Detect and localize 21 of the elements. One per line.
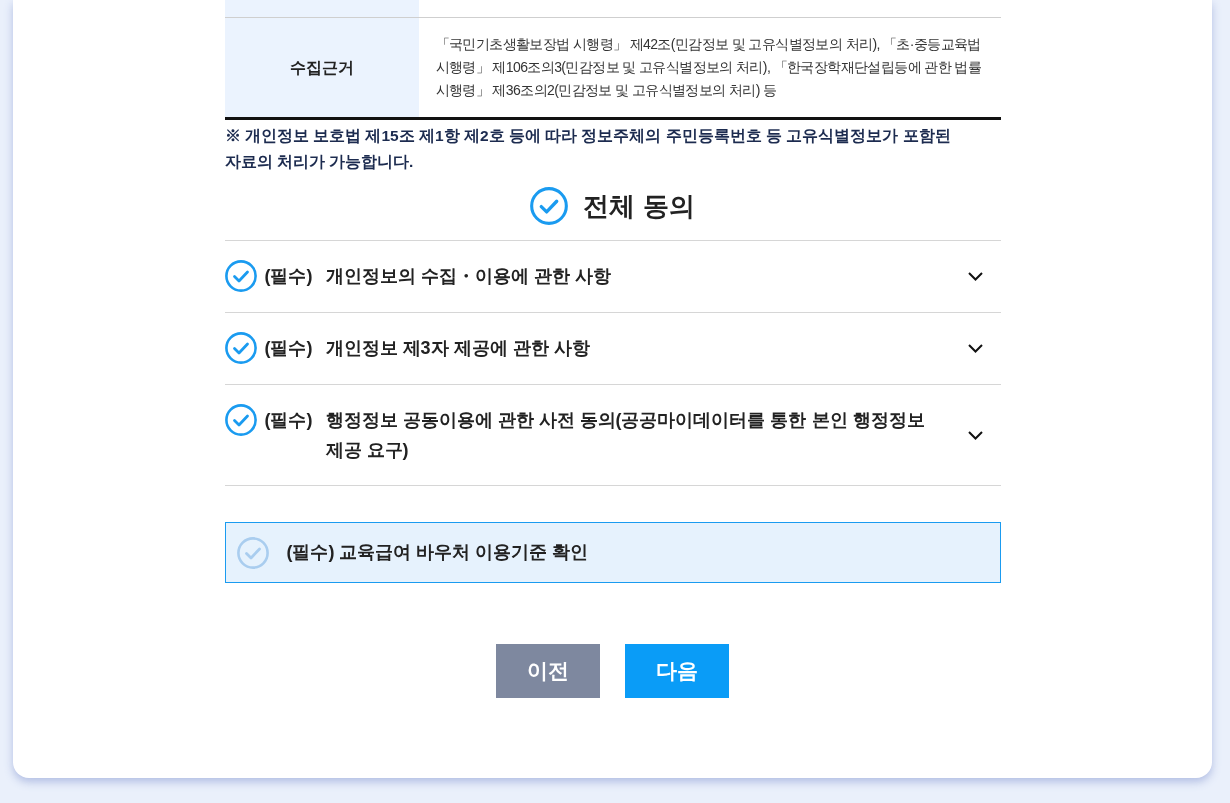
chevron-down-icon[interactable] [967,430,983,440]
check-circle-icon[interactable] [530,187,569,225]
agree-all-label[interactable]: 전체 동의 [583,186,695,226]
required-tag: (필수) [264,333,313,363]
check-circle-icon[interactable] [224,332,257,364]
notice-text: ※ 개인정보 보호법 제15조 제1항 제2호 등에 따라 정보주체의 주민등록번호 등 고유식별정보가 포함된 자료의 처리가 가능합니다. [224,126,952,172]
chevron-down-icon[interactable] [967,344,983,353]
check-circle-icon[interactable] [224,260,257,292]
confirmation-box[interactable]: (필수) 교육급여 바우처 이용기준 확인 [224,522,1001,583]
chevron-down-icon[interactable] [967,272,983,281]
previous-button[interactable]: 이전 [496,644,600,698]
table-cell-text: 「국민기초생활보장법 시행령」 제42조(민감정보 및 고유식별정보의 처리), 「초·중등교육법 시행령」 제106조의3(민감정보 및 고유식별정보의 처리), 「한국장학재단설립등에 관한 법률 시행령」 제36조의2(민감정보 및 고유식별정보의 처리) 등 [434,35,983,100]
table-header-cell: 수집근거 [224,18,419,117]
agreement-title[interactable]: 행정정보 공동이용에 관한 사전 동의(공공마이데이터를 통한 본인 행정정보 제공 요구) [325,405,956,465]
agreement-title[interactable]: 개인정보의 수집・이용에 관한 사항 [325,261,611,291]
required-tag: (필수) [264,405,313,435]
faded-check-circle-icon[interactable] [236,536,269,569]
agreement-title[interactable]: 개인정보 제3자 제공에 관한 사항 [325,333,590,363]
required-tag: (필수) [264,261,313,291]
check-circle-icon[interactable] [224,404,257,436]
confirmation-label: (필수) 교육급여 바우처 이용기준 확인 [286,541,589,564]
